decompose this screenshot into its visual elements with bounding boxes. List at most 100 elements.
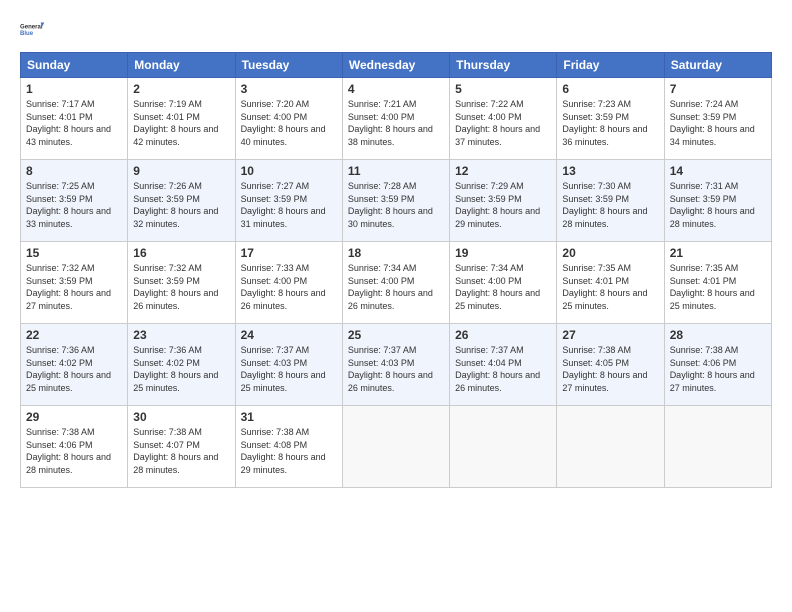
day-cell-14: 14 Sunrise: 7:31 AMSunset: 3:59 PMDayligh… xyxy=(664,160,771,242)
day-number: 15 xyxy=(26,246,122,260)
day-info: Sunrise: 7:37 AMSunset: 4:03 PMDaylight:… xyxy=(241,344,337,394)
day-number: 1 xyxy=(26,82,122,96)
day-number: 21 xyxy=(670,246,766,260)
day-cell-22: 22Sunrise: 7:36 AMSunset: 4:02 PMDayligh… xyxy=(21,324,128,406)
day-cell-2: 2 Sunrise: 7:19 AMSunset: 4:01 PMDaylight… xyxy=(128,78,235,160)
day-number: 18 xyxy=(348,246,444,260)
day-number: 9 xyxy=(133,164,229,178)
day-number: 28 xyxy=(670,328,766,342)
day-cell-31: 31 Sunrise: 7:38 AMSunset: 4:08 PMDayligh… xyxy=(235,406,342,488)
day-info: Sunrise: 7:37 AMSunset: 4:03 PMDaylight:… xyxy=(348,344,444,394)
week-row-5: 29 Sunrise: 7:38 AMSunset: 4:06 PMDayligh… xyxy=(21,406,772,488)
day-info: Sunrise: 7:30 AMSunset: 3:59 PMDaylight:… xyxy=(562,180,658,230)
day-info: Sunrise: 7:35 AMSunset: 4:01 PMDaylight:… xyxy=(562,262,658,312)
day-number: 29 xyxy=(26,410,122,424)
day-number: 22 xyxy=(26,328,122,342)
day-number: 8 xyxy=(26,164,122,178)
day-number: 17 xyxy=(241,246,337,260)
day-info: Sunrise: 7:19 AMSunset: 4:01 PMDaylight:… xyxy=(133,98,229,148)
day-cell-30: 30Sunrise: 7:38 AMSunset: 4:07 PMDayligh… xyxy=(128,406,235,488)
week-row-1: 1 Sunrise: 7:17 AMSunset: 4:01 PMDaylight… xyxy=(21,78,772,160)
day-info: Sunrise: 7:35 AMSunset: 4:01 PMDaylight:… xyxy=(670,262,766,312)
day-info: Sunrise: 7:27 AMSunset: 3:59 PMDaylight:… xyxy=(241,180,337,230)
day-number: 2 xyxy=(133,82,229,96)
day-info: Sunrise: 7:38 AMSunset: 4:06 PMDaylight:… xyxy=(670,344,766,394)
day-cell-5: 5 Sunrise: 7:22 AMSunset: 4:00 PMDaylight… xyxy=(450,78,557,160)
day-cell-12: 12 Sunrise: 7:29 AMSunset: 3:59 PMDayligh… xyxy=(450,160,557,242)
header-friday: Friday xyxy=(557,53,664,78)
header-saturday: Saturday xyxy=(664,53,771,78)
day-cell-29: 29 Sunrise: 7:38 AMSunset: 4:06 PMDayligh… xyxy=(21,406,128,488)
day-cell-20: 20Sunrise: 7:35 AMSunset: 4:01 PMDayligh… xyxy=(557,242,664,324)
day-info: Sunrise: 7:37 AMSunset: 4:04 PMDaylight:… xyxy=(455,344,551,394)
day-cell-9: 9 Sunrise: 7:26 AMSunset: 3:59 PMDaylight… xyxy=(128,160,235,242)
header-row: SundayMondayTuesdayWednesdayThursdayFrid… xyxy=(21,53,772,78)
day-cell-8: 8 Sunrise: 7:25 AMSunset: 3:59 PMDaylight… xyxy=(21,160,128,242)
day-info: Sunrise: 7:31 AMSunset: 3:59 PMDaylight:… xyxy=(670,180,766,230)
day-info: Sunrise: 7:17 AMSunset: 4:01 PMDaylight:… xyxy=(26,98,122,148)
day-cell-27: 27 Sunrise: 7:38 AMSunset: 4:05 PMDayligh… xyxy=(557,324,664,406)
day-number: 23 xyxy=(133,328,229,342)
day-number: 24 xyxy=(241,328,337,342)
day-cell-18: 18 Sunrise: 7:34 AMSunset: 4:00 PMDayligh… xyxy=(342,242,449,324)
day-info: Sunrise: 7:38 AMSunset: 4:07 PMDaylight:… xyxy=(133,426,229,476)
day-info: Sunrise: 7:38 AMSunset: 4:08 PMDaylight:… xyxy=(241,426,337,476)
day-number: 12 xyxy=(455,164,551,178)
calendar-page: GeneralBlue SundayMondayTuesdayWednesday… xyxy=(0,0,792,612)
day-info: Sunrise: 7:25 AMSunset: 3:59 PMDaylight:… xyxy=(26,180,122,230)
day-cell-17: 17 Sunrise: 7:33 AMSunset: 4:00 PMDayligh… xyxy=(235,242,342,324)
empty-cell xyxy=(557,406,664,488)
page-header: GeneralBlue xyxy=(20,16,772,44)
day-info: Sunrise: 7:26 AMSunset: 3:59 PMDaylight:… xyxy=(133,180,229,230)
empty-cell xyxy=(450,406,557,488)
day-cell-24: 24 Sunrise: 7:37 AMSunset: 4:03 PMDayligh… xyxy=(235,324,342,406)
day-number: 31 xyxy=(241,410,337,424)
day-cell-4: 4 Sunrise: 7:21 AMSunset: 4:00 PMDaylight… xyxy=(342,78,449,160)
header-monday: Monday xyxy=(128,53,235,78)
day-cell-19: 19Sunrise: 7:34 AMSunset: 4:00 PMDayligh… xyxy=(450,242,557,324)
day-cell-15: 15 Sunrise: 7:32 AMSunset: 3:59 PMDayligh… xyxy=(21,242,128,324)
day-cell-3: 3 Sunrise: 7:20 AMSunset: 4:00 PMDaylight… xyxy=(235,78,342,160)
day-info: Sunrise: 7:28 AMSunset: 3:59 PMDaylight:… xyxy=(348,180,444,230)
day-number: 10 xyxy=(241,164,337,178)
calendar-table: SundayMondayTuesdayWednesdayThursdayFrid… xyxy=(20,52,772,488)
week-row-3: 15 Sunrise: 7:32 AMSunset: 3:59 PMDayligh… xyxy=(21,242,772,324)
week-row-4: 22 Sunrise: 7:36 AMSunset: 4:02 PMDayligh… xyxy=(21,324,772,406)
day-cell-10: 10 Sunrise: 7:27 AMSunset: 3:59 PMDayligh… xyxy=(235,160,342,242)
day-info: Sunrise: 7:21 AMSunset: 4:00 PMDaylight:… xyxy=(348,98,444,148)
day-cell-1: 1 Sunrise: 7:17 AMSunset: 4:01 PMDaylight… xyxy=(21,78,128,160)
day-info: Sunrise: 7:22 AMSunset: 4:00 PMDaylight:… xyxy=(455,98,551,148)
day-cell-21: 21 Sunrise: 7:35 AMSunset: 4:01 PMDayligh… xyxy=(664,242,771,324)
day-number: 14 xyxy=(670,164,766,178)
empty-cell xyxy=(664,406,771,488)
day-info: Sunrise: 7:20 AMSunset: 4:00 PMDaylight:… xyxy=(241,98,337,148)
day-info: Sunrise: 7:24 AMSunset: 3:59 PMDaylight:… xyxy=(670,98,766,148)
day-number: 7 xyxy=(670,82,766,96)
day-info: Sunrise: 7:38 AMSunset: 4:05 PMDaylight:… xyxy=(562,344,658,394)
day-number: 11 xyxy=(348,164,444,178)
day-number: 3 xyxy=(241,82,337,96)
day-cell-26: 26 Sunrise: 7:37 AMSunset: 4:04 PMDayligh… xyxy=(450,324,557,406)
day-info: Sunrise: 7:33 AMSunset: 4:00 PMDaylight:… xyxy=(241,262,337,312)
day-cell-28: 28 Sunrise: 7:38 AMSunset: 4:06 PMDayligh… xyxy=(664,324,771,406)
day-info: Sunrise: 7:32 AMSunset: 3:59 PMDaylight:… xyxy=(133,262,229,312)
empty-cell xyxy=(342,406,449,488)
header-wednesday: Wednesday xyxy=(342,53,449,78)
day-cell-25: 25Sunrise: 7:37 AMSunset: 4:03 PMDayligh… xyxy=(342,324,449,406)
day-cell-11: 11 Sunrise: 7:28 AMSunset: 3:59 PMDayligh… xyxy=(342,160,449,242)
day-info: Sunrise: 7:29 AMSunset: 3:59 PMDaylight:… xyxy=(455,180,551,230)
svg-text:General: General xyxy=(20,25,43,31)
day-number: 27 xyxy=(562,328,658,342)
header-tuesday: Tuesday xyxy=(235,53,342,78)
logo: GeneralBlue xyxy=(20,16,48,44)
day-number: 5 xyxy=(455,82,551,96)
day-info: Sunrise: 7:38 AMSunset: 4:06 PMDaylight:… xyxy=(26,426,122,476)
svg-text:Blue: Blue xyxy=(20,31,34,37)
day-info: Sunrise: 7:34 AMSunset: 4:00 PMDaylight:… xyxy=(348,262,444,312)
logo-icon: GeneralBlue xyxy=(20,16,48,44)
day-number: 4 xyxy=(348,82,444,96)
day-info: Sunrise: 7:32 AMSunset: 3:59 PMDaylight:… xyxy=(26,262,122,312)
day-number: 6 xyxy=(562,82,658,96)
day-number: 26 xyxy=(455,328,551,342)
day-info: Sunrise: 7:36 AMSunset: 4:02 PMDaylight:… xyxy=(133,344,229,394)
